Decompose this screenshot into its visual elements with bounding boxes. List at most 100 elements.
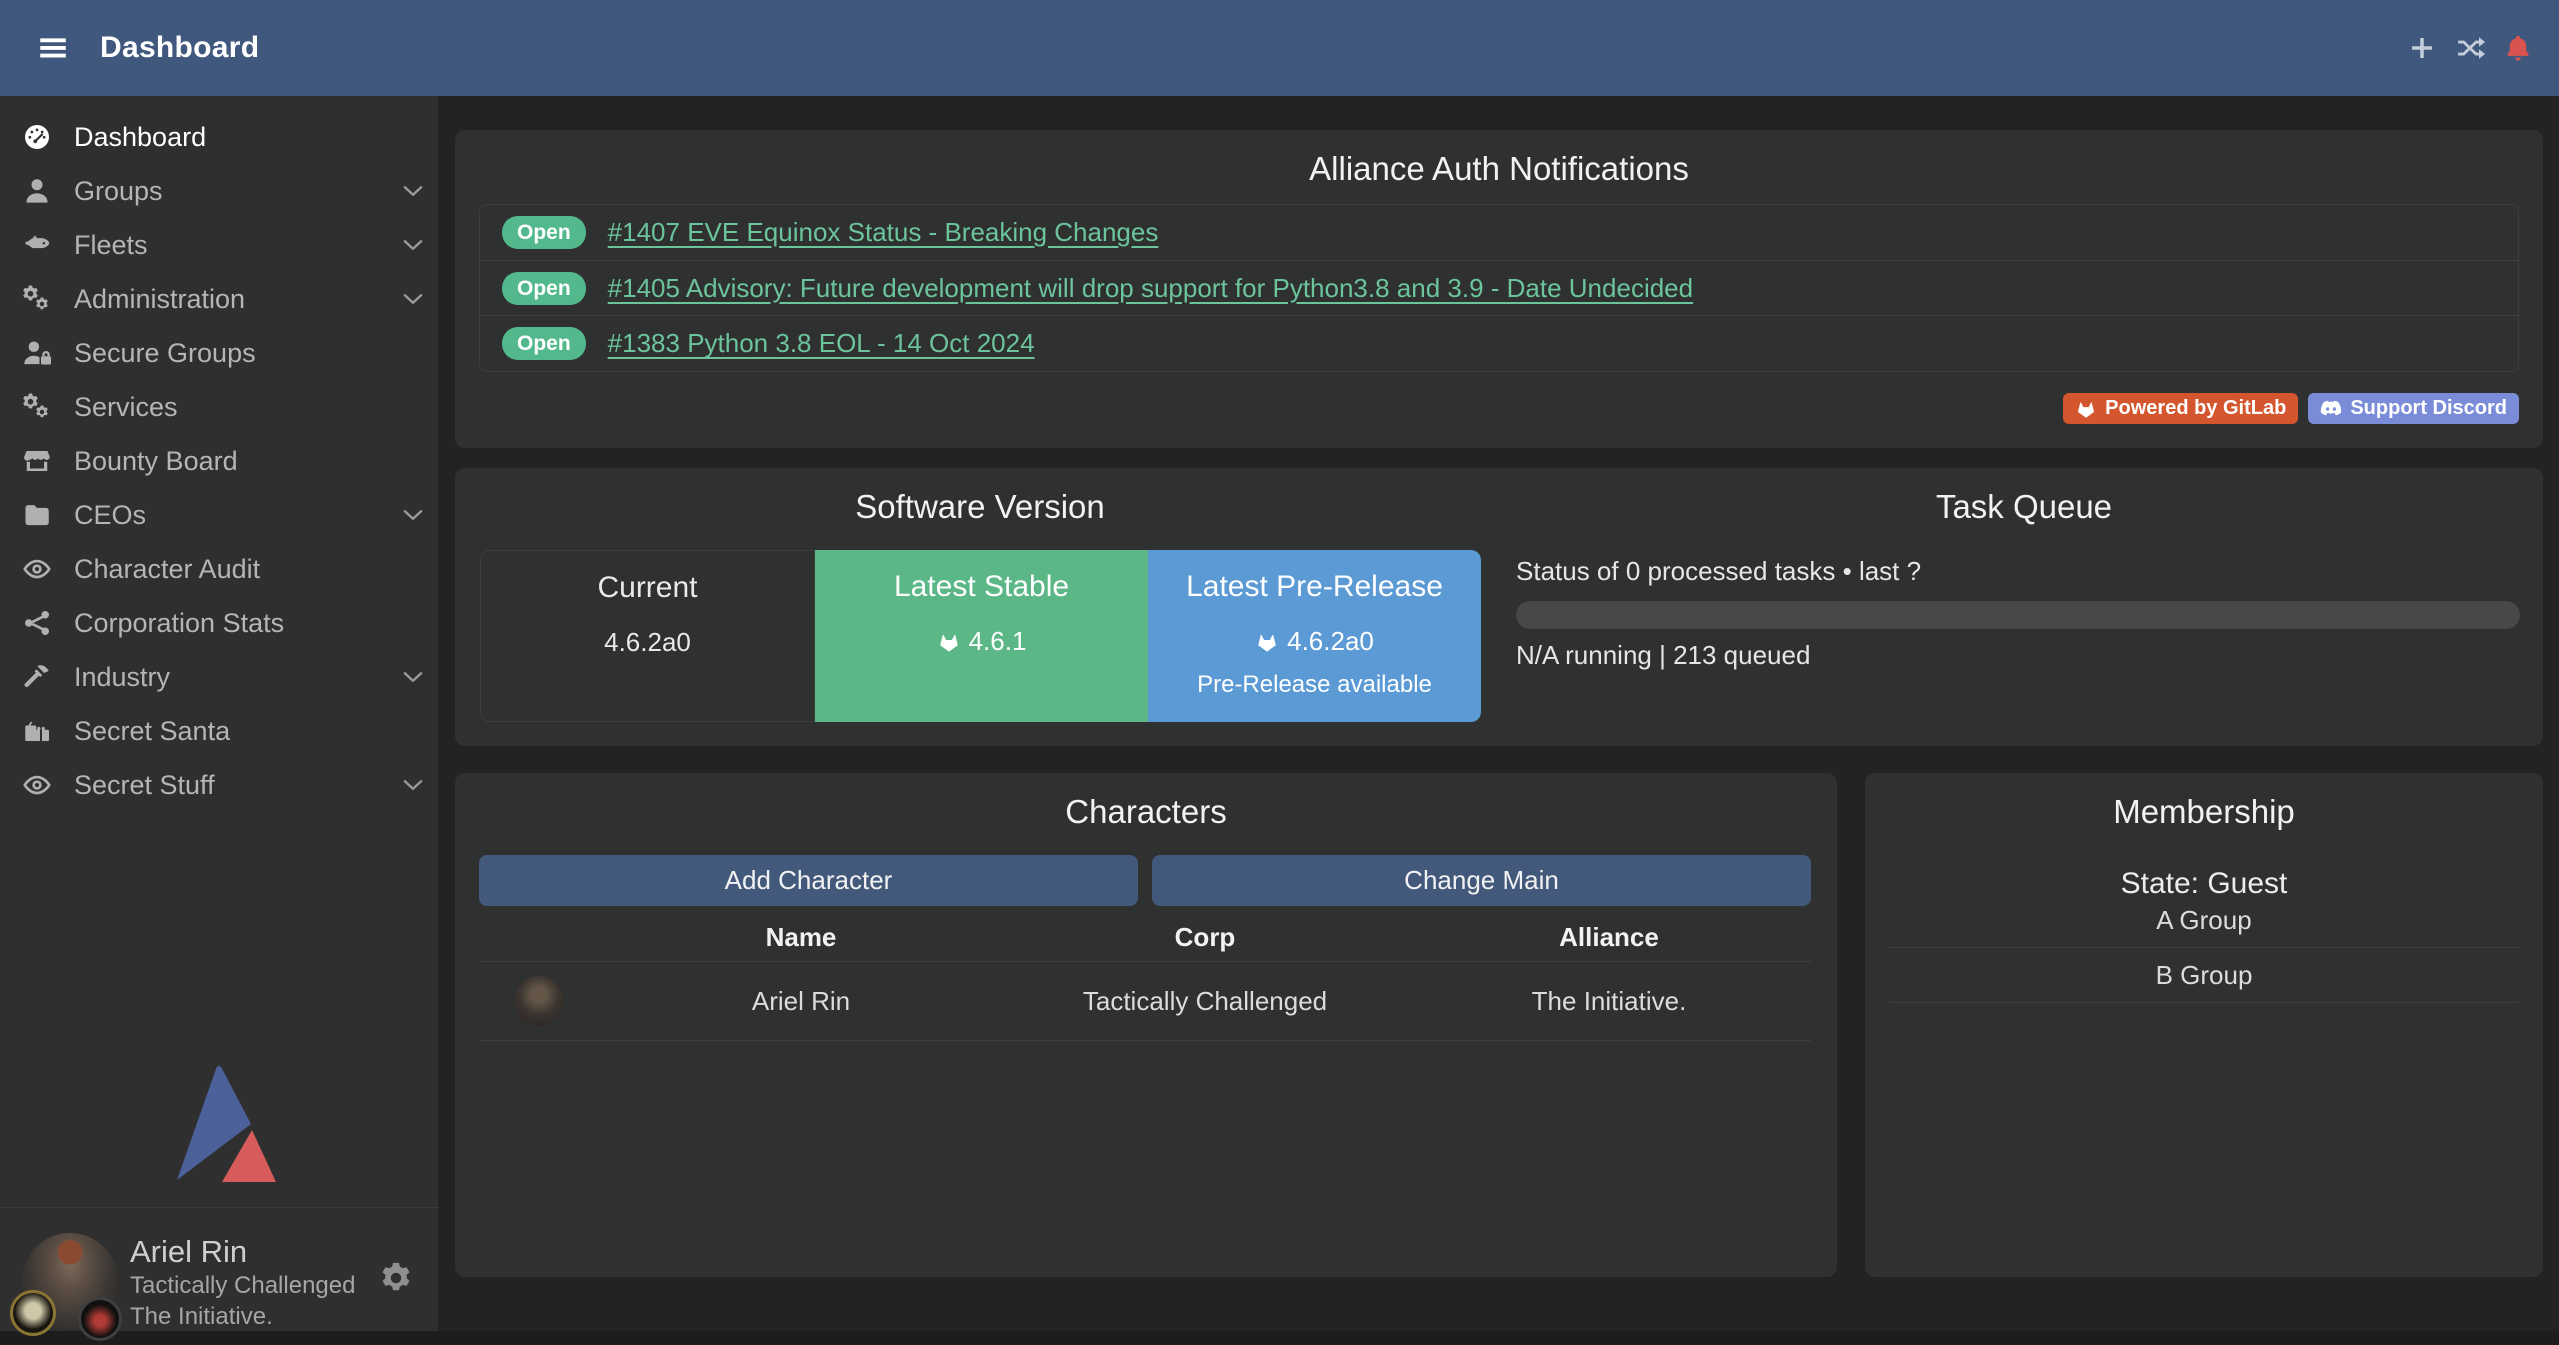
character-name: Ariel Rin	[599, 986, 1003, 1017]
gitlab-logo-icon	[1255, 630, 1279, 654]
user-avatar	[22, 1233, 118, 1329]
version-label: Latest Stable	[815, 570, 1148, 604]
sidebar-item-label: Administration	[74, 284, 245, 315]
gears-icon	[22, 284, 52, 314]
task-queue-counts: N/A running | 213 queued	[1516, 640, 1810, 671]
notifications-panel: Alliance Auth Notifications Open #1407 E…	[455, 130, 2543, 448]
alliance-logo-badge	[78, 1297, 122, 1341]
character-corp: Tactically Challenged	[1003, 986, 1407, 1017]
sidebar-item-groups[interactable]: Groups	[0, 164, 438, 218]
sidebar-item-label: Bounty Board	[74, 446, 238, 477]
add-character-button[interactable]: Add Character	[479, 855, 1138, 906]
chevron-down-icon	[400, 664, 426, 690]
chevron-down-icon	[400, 232, 426, 258]
characters-panel: Characters Add Character Change Main Nam…	[455, 773, 1837, 1277]
user-info: Ariel Rin Tactically Challenged The Init…	[130, 1234, 366, 1332]
sidebar-item-bounty-board[interactable]: Bounty Board	[0, 434, 438, 488]
characters-actions: Add Character Change Main	[479, 855, 1811, 906]
sidebar-item-label: Character Audit	[74, 554, 260, 585]
bell-icon[interactable]	[2503, 33, 2533, 63]
sidebar: Dashboard Groups Fleets Administration S…	[0, 96, 438, 1331]
sidebar-item-label: Secret Stuff	[74, 770, 215, 801]
software-version-title: Software Version	[455, 468, 1505, 526]
version-group: Current 4.6.2a0 Latest Stable 4.6.1 Late…	[480, 550, 1481, 722]
characters-table: Name Corp Alliance Ariel Rin Tactically …	[479, 913, 1811, 1041]
table-header-row: Name Corp Alliance	[479, 913, 1811, 961]
version-current: Current 4.6.2a0	[480, 550, 815, 722]
notifications-title: Alliance Auth Notifications	[455, 130, 2543, 188]
eye-icon	[22, 770, 52, 800]
membership-title: Membership	[1865, 773, 2543, 831]
gifts-icon	[22, 716, 52, 746]
characters-title: Characters	[455, 773, 1837, 831]
notification-link[interactable]: #1405 Advisory: Future development will …	[608, 273, 1693, 304]
user-panel: Ariel Rin Tactically Challenged The Init…	[0, 1208, 438, 1331]
corporation-logo-badge	[10, 1290, 56, 1336]
sidebar-item-label: Corporation Stats	[74, 608, 284, 639]
gitlab-logo-icon	[937, 630, 961, 654]
support-discord-badge[interactable]: Support Discord	[2308, 393, 2519, 424]
table-row: Ariel Rin Tactically Challenged The Init…	[479, 961, 1811, 1041]
sidebar-nav: Dashboard Groups Fleets Administration S…	[0, 96, 438, 812]
badge-label: Support Discord	[2350, 397, 2507, 420]
task-queue-progress-bar	[1516, 601, 2520, 629]
column-header-alliance: Alliance	[1407, 922, 1811, 953]
list-item: Open #1405 Advisory: Future development …	[480, 260, 2518, 316]
sidebar-item-label: Fleets	[74, 230, 148, 261]
page-title: Dashboard	[100, 31, 259, 65]
badge-label: Powered by GitLab	[2105, 397, 2286, 420]
membership-panel: Membership State: Guest A Group B Group	[1865, 773, 2543, 1277]
notification-link[interactable]: #1407 EVE Equinox Status - Breaking Chan…	[608, 217, 1159, 248]
sidebar-item-industry[interactable]: Industry	[0, 650, 438, 704]
hammer-icon	[22, 662, 52, 692]
notification-link[interactable]: #1383 Python 3.8 EOL - 14 Oct 2024	[608, 328, 1035, 359]
eye-icon	[22, 554, 52, 584]
folder-icon	[22, 500, 52, 530]
software-version-task-queue-panel: Software Version Current 4.6.2a0 Latest …	[455, 468, 2543, 746]
task-queue-title: Task Queue	[1505, 468, 2543, 526]
membership-groups: A Group B Group	[1889, 893, 2519, 1003]
sidebar-item-secure-groups[interactable]: Secure Groups	[0, 326, 438, 380]
user-alliance: The Initiative.	[130, 1301, 366, 1332]
version-number: 4.6.1	[969, 626, 1027, 657]
list-item: Open #1407 EVE Equinox Status - Breaking…	[480, 205, 2518, 260]
user-name: Ariel Rin	[130, 1234, 366, 1270]
share-nodes-icon	[22, 608, 52, 638]
user-corporation: Tactically Challenged	[130, 1270, 366, 1301]
gauge-icon	[22, 122, 52, 152]
chevron-down-icon	[400, 772, 426, 798]
sidebar-item-fleets[interactable]: Fleets	[0, 218, 438, 272]
sidebar-item-label: Industry	[74, 662, 170, 693]
software-version-section: Software Version Current 4.6.2a0 Latest …	[455, 468, 1505, 746]
gear-icon[interactable]	[378, 1260, 414, 1296]
column-header-corp: Corp	[1003, 922, 1407, 953]
sidebar-item-label: Secret Santa	[74, 716, 230, 747]
sidebar-item-dashboard[interactable]: Dashboard	[0, 110, 438, 164]
sidebar-item-secret-santa[interactable]: Secret Santa	[0, 704, 438, 758]
gears-icon	[22, 392, 52, 422]
version-number: 4.6.2a0	[604, 627, 691, 658]
powered-by-gitlab-badge[interactable]: Powered by GitLab	[2063, 393, 2298, 424]
menu-bars-icon[interactable]	[36, 31, 70, 65]
plus-icon[interactable]	[2407, 33, 2437, 63]
change-main-button[interactable]: Change Main	[1152, 855, 1811, 906]
sidebar-item-corporation-stats[interactable]: Corporation Stats	[0, 596, 438, 650]
task-queue-section: Task Queue Status of 0 processed tasks •…	[1505, 468, 2543, 746]
character-portrait	[514, 976, 564, 1026]
sidebar-item-ceos[interactable]: CEOs	[0, 488, 438, 542]
column-header-name: Name	[599, 922, 1003, 953]
chevron-down-icon	[400, 178, 426, 204]
sidebar-item-label: Groups	[74, 176, 163, 207]
list-item: B Group	[1889, 948, 2519, 1003]
sidebar-item-administration[interactable]: Administration	[0, 272, 438, 326]
gitlab-logo-icon	[2075, 398, 2097, 420]
sidebar-item-character-audit[interactable]: Character Audit	[0, 542, 438, 596]
version-latest-stable: Latest Stable 4.6.1	[815, 550, 1148, 722]
shuffle-icon[interactable]	[2455, 33, 2485, 63]
sidebar-item-secret-stuff[interactable]: Secret Stuff	[0, 758, 438, 812]
spaceship-icon	[22, 230, 52, 260]
version-number: 4.6.2a0	[1287, 626, 1374, 657]
status-badge: Open	[502, 272, 586, 305]
chevron-down-icon	[400, 502, 426, 528]
sidebar-item-services[interactable]: Services	[0, 380, 438, 434]
